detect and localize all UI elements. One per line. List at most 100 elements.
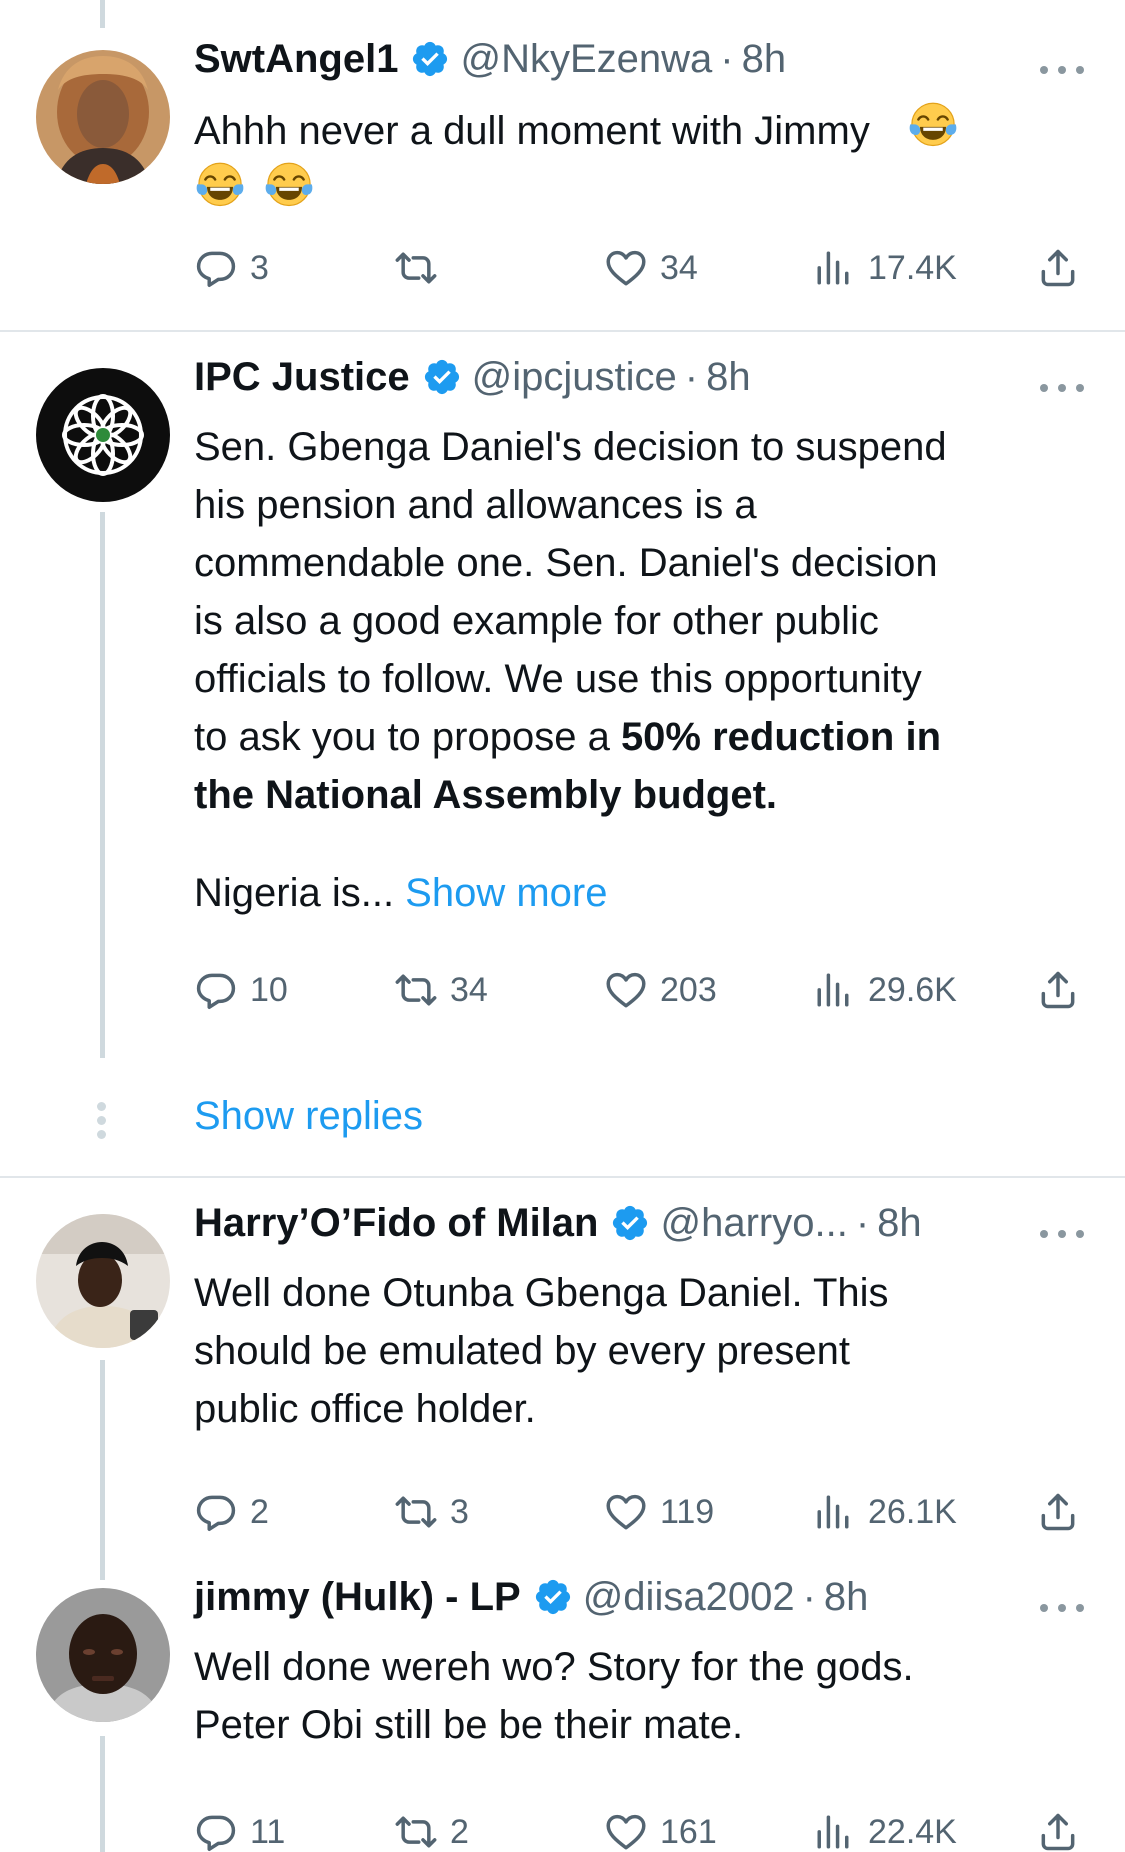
reply-icon (194, 246, 238, 290)
separator-dot: · (802, 1574, 816, 1619)
action-bar: 10 34 203 29.6K (194, 964, 1094, 1016)
reply-count: 2 (250, 1492, 269, 1531)
views-count: 17.4K (868, 248, 957, 287)
reply-button[interactable]: 2 (194, 1486, 269, 1538)
repost-button[interactable]: 2 (394, 1806, 469, 1852)
reply-button[interactable]: 10 (194, 964, 288, 1016)
views-button[interactable]: 22.4K (812, 1806, 957, 1852)
author-name[interactable]: SwtAngel1 (194, 37, 398, 82)
reply-count: 10 (250, 970, 288, 1009)
author-name[interactable]: Harry’O’Fido of Milan (194, 1201, 598, 1246)
share-button[interactable] (1036, 964, 1080, 1016)
tweet-text-line: to ask you to propose a 50% reduction in (194, 708, 1084, 766)
tweet-text-line: public office holder. (194, 1387, 536, 1431)
avatar-ipcjustice[interactable] (36, 368, 170, 502)
like-button[interactable]: 34 (604, 242, 698, 294)
tweet-text: Well done Otunba Gbenga Daniel. This sho… (194, 1264, 1084, 1438)
repost-icon (394, 968, 438, 1012)
author-name[interactable]: IPC Justice (194, 355, 410, 400)
views-icon (812, 246, 856, 290)
tweet-text: Ahhh never a dull moment with Jimmy (194, 100, 1084, 220)
like-button[interactable]: 119 (604, 1486, 714, 1538)
tweet-text-line: his pension and allowances is a (194, 483, 757, 527)
author-row: SwtAngel1 @NkyEzenwa · 8h (194, 34, 786, 84)
tweet-text-line: Ahhh never a dull moment with Jimmy (194, 109, 870, 153)
face-with-tears-of-joy-emoji (194, 160, 246, 212)
reply-button[interactable]: 11 (194, 1806, 285, 1852)
views-button[interactable]: 26.1K (812, 1486, 957, 1538)
share-icon (1036, 246, 1080, 290)
action-bar: 2 3 119 26.1K (194, 1486, 1094, 1538)
tweet-text-line: should be emulated by every present (194, 1329, 850, 1373)
views-button[interactable]: 17.4K (812, 242, 957, 294)
verified-badge-icon (422, 357, 462, 397)
tweet-text-line: Sen. Gbenga Daniel's decision to suspend (194, 425, 947, 469)
views-button[interactable]: 29.6K (812, 964, 957, 1016)
show-replies-link[interactable]: Show replies (194, 1094, 423, 1139)
like-button[interactable]: 161 (604, 1806, 717, 1852)
more-icon[interactable] (1040, 64, 1084, 76)
timestamp[interactable]: 8h (706, 355, 751, 400)
repost-button[interactable]: 3 (394, 1486, 469, 1538)
like-count: 34 (660, 248, 698, 287)
repost-button[interactable] (394, 242, 438, 294)
share-button[interactable] (1036, 1806, 1080, 1852)
separator-dot: · (855, 1200, 870, 1245)
tweet-text-line: commendable one. Sen. Daniel's decision (194, 541, 938, 585)
verified-badge-icon (410, 39, 450, 79)
like-icon (604, 1490, 648, 1534)
like-count: 161 (660, 1812, 717, 1851)
reply-button[interactable]: 3 (194, 242, 269, 294)
author-handle[interactable]: @harryo... (660, 1201, 847, 1246)
reply-count: 11 (250, 1812, 286, 1851)
separator-dot: · (720, 36, 734, 81)
author-row: IPC Justice @ipcjustice · 8h (194, 352, 751, 402)
more-icon[interactable] (1040, 1602, 1084, 1614)
like-count: 119 (660, 1492, 715, 1531)
repost-icon (394, 1810, 438, 1852)
verified-badge-icon (610, 1203, 650, 1243)
tweet-text-bold: the National Assembly budget. (194, 773, 778, 817)
tweet-ipcjustice[interactable]: IPC Justice @ipcjustice · 8h Sen. Gbenga… (0, 332, 1125, 1176)
repost-count: 3 (450, 1492, 469, 1531)
author-handle[interactable]: @NkyEzenwa (460, 37, 712, 82)
views-icon (812, 1810, 856, 1852)
avatar-swtangel1[interactable] (36, 50, 170, 184)
views-count: 29.6K (868, 970, 957, 1009)
face-with-tears-of-joy-emoji (263, 160, 315, 212)
show-more-link[interactable]: Show more (405, 871, 607, 915)
views-count: 22.4K (868, 1812, 957, 1851)
timestamp[interactable]: 8h (877, 1201, 922, 1246)
like-button[interactable]: 203 (604, 964, 717, 1016)
repost-button[interactable]: 34 (394, 964, 488, 1016)
tweet-text-bold: 50% reduction in (620, 715, 941, 759)
tweet-text-line: Well done Otunba Gbenga Daniel. This (194, 1271, 889, 1315)
repost-count: 34 (450, 970, 488, 1009)
tweet-swtangel1[interactable]: SwtAngel1 @NkyEzenwa · 8h Ahhh never a d… (0, 0, 1125, 330)
separator-dot: · (684, 354, 699, 399)
timestamp[interactable]: 8h (824, 1575, 869, 1620)
tweet-jimmy[interactable]: jimmy (Hulk) - LP @diisa2002 · 8h Well d… (0, 1552, 1125, 1852)
author-handle[interactable]: @diisa2002 (583, 1575, 795, 1620)
avatar-harryofido[interactable] (36, 1214, 170, 1348)
share-button[interactable] (1036, 1486, 1080, 1538)
repost-count: 2 (450, 1812, 469, 1851)
author-row: jimmy (Hulk) - LP @diisa2002 · 8h (194, 1572, 868, 1622)
share-icon (1036, 1490, 1080, 1534)
author-row: Harry’O’Fido of Milan @harryo... · 8h (194, 1198, 922, 1248)
timestamp[interactable]: 8h (742, 37, 787, 82)
tweet-harryofido[interactable]: Harry’O’Fido of Milan @harryo... · 8h We… (0, 1178, 1125, 1568)
like-icon (604, 246, 648, 290)
face-with-tears-of-joy-emoji (907, 100, 959, 152)
views-icon (812, 968, 856, 1012)
action-bar: 3 34 17.4K (194, 242, 1094, 294)
author-handle[interactable]: @ipcjustice (472, 355, 677, 400)
more-icon[interactable] (1040, 382, 1084, 394)
author-name[interactable]: jimmy (Hulk) - LP (194, 1575, 521, 1620)
reply-icon (194, 1810, 238, 1852)
avatar-jimmy[interactable] (36, 1588, 170, 1722)
like-count: 203 (660, 970, 717, 1009)
more-icon[interactable] (1040, 1228, 1084, 1240)
tweet-text: Well done wereh wo? Story for the gods. … (194, 1638, 1084, 1754)
share-button[interactable] (1036, 242, 1080, 294)
